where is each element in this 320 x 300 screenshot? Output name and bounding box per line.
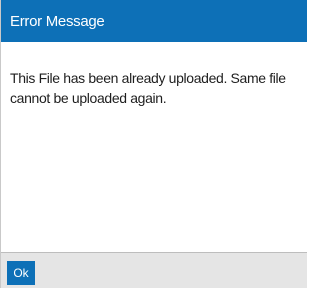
error-message-text: This File has been already uploaded. Sam… xyxy=(10,70,286,106)
error-dialog: Error Message This File has been already… xyxy=(0,0,307,288)
dialog-footer: Ok xyxy=(1,252,307,288)
bottom-edge xyxy=(0,288,306,300)
dialog-title: Error Message xyxy=(10,12,105,30)
ok-button[interactable]: Ok xyxy=(7,261,35,285)
dialog-title-bar: Error Message xyxy=(1,0,307,42)
